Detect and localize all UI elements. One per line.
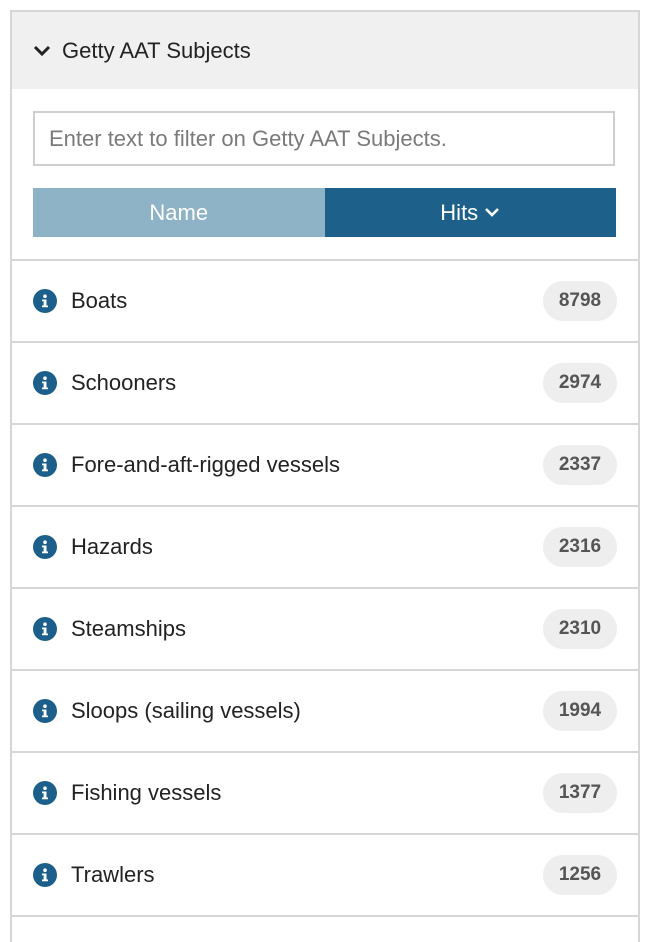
sort-toggle: Name Hits bbox=[33, 188, 616, 237]
chevron-down-icon bbox=[484, 207, 500, 218]
hit-count-badge: 2974 bbox=[543, 363, 617, 403]
list-item[interactable]: Fishing vessels 1377 bbox=[12, 753, 638, 835]
item-label[interactable]: Sloops (sailing vessels) bbox=[71, 698, 543, 724]
item-label[interactable]: Fore-and-aft-rigged vessels bbox=[71, 452, 543, 478]
filter-wrap bbox=[12, 89, 638, 166]
list-item[interactable]: Trawlers 1256 bbox=[12, 835, 638, 917]
info-icon[interactable] bbox=[33, 371, 57, 395]
hit-count-badge: 2337 bbox=[543, 445, 617, 485]
list-item[interactable]: Boats 8798 bbox=[12, 261, 638, 343]
item-label[interactable]: Boats bbox=[71, 288, 543, 314]
hit-count-badge: 1994 bbox=[543, 691, 617, 731]
facet-list: Boats 8798 Schooners 2974 Fore-and-aft-r… bbox=[12, 259, 638, 917]
sort-by-hits-button[interactable]: Hits bbox=[324, 188, 616, 237]
hit-count-badge: 1256 bbox=[543, 855, 617, 895]
panel-title: Getty AAT Subjects bbox=[62, 37, 251, 63]
item-label[interactable]: Schooners bbox=[71, 370, 543, 396]
hit-count-badge: 2310 bbox=[543, 609, 617, 649]
facet-panel: Getty AAT Subjects Name Hits Boats 8798 … bbox=[10, 10, 640, 942]
list-item[interactable]: Fore-and-aft-rigged vessels 2337 bbox=[12, 425, 638, 507]
info-icon[interactable] bbox=[33, 617, 57, 641]
hit-count-badge: 1377 bbox=[543, 773, 617, 813]
filter-input[interactable] bbox=[33, 111, 615, 166]
info-icon[interactable] bbox=[33, 535, 57, 559]
info-icon[interactable] bbox=[33, 781, 57, 805]
info-icon[interactable] bbox=[33, 863, 57, 887]
sort-by-name-button[interactable]: Name bbox=[33, 188, 325, 237]
hit-count-badge: 8798 bbox=[543, 281, 617, 321]
list-item[interactable]: Sloops (sailing vessels) 1994 bbox=[12, 671, 638, 753]
info-icon[interactable] bbox=[33, 453, 57, 477]
item-label[interactable]: Trawlers bbox=[71, 862, 543, 888]
sort-hits-label: Hits bbox=[440, 199, 479, 225]
item-label[interactable]: Fishing vessels bbox=[71, 780, 543, 806]
sort-name-label: Name bbox=[149, 199, 209, 225]
item-label[interactable]: Steamships bbox=[71, 616, 543, 642]
list-item[interactable]: Schooners 2974 bbox=[12, 343, 638, 425]
info-icon[interactable] bbox=[33, 289, 57, 313]
list-item[interactable]: Hazards 2316 bbox=[12, 507, 638, 589]
info-icon[interactable] bbox=[33, 699, 57, 723]
item-label[interactable]: Hazards bbox=[71, 534, 543, 560]
list-item[interactable]: Steamships 2310 bbox=[12, 589, 638, 671]
chevron-down-icon bbox=[32, 41, 52, 61]
hit-count-badge: 2316 bbox=[543, 527, 617, 567]
panel-header-toggle[interactable]: Getty AAT Subjects bbox=[12, 12, 638, 89]
